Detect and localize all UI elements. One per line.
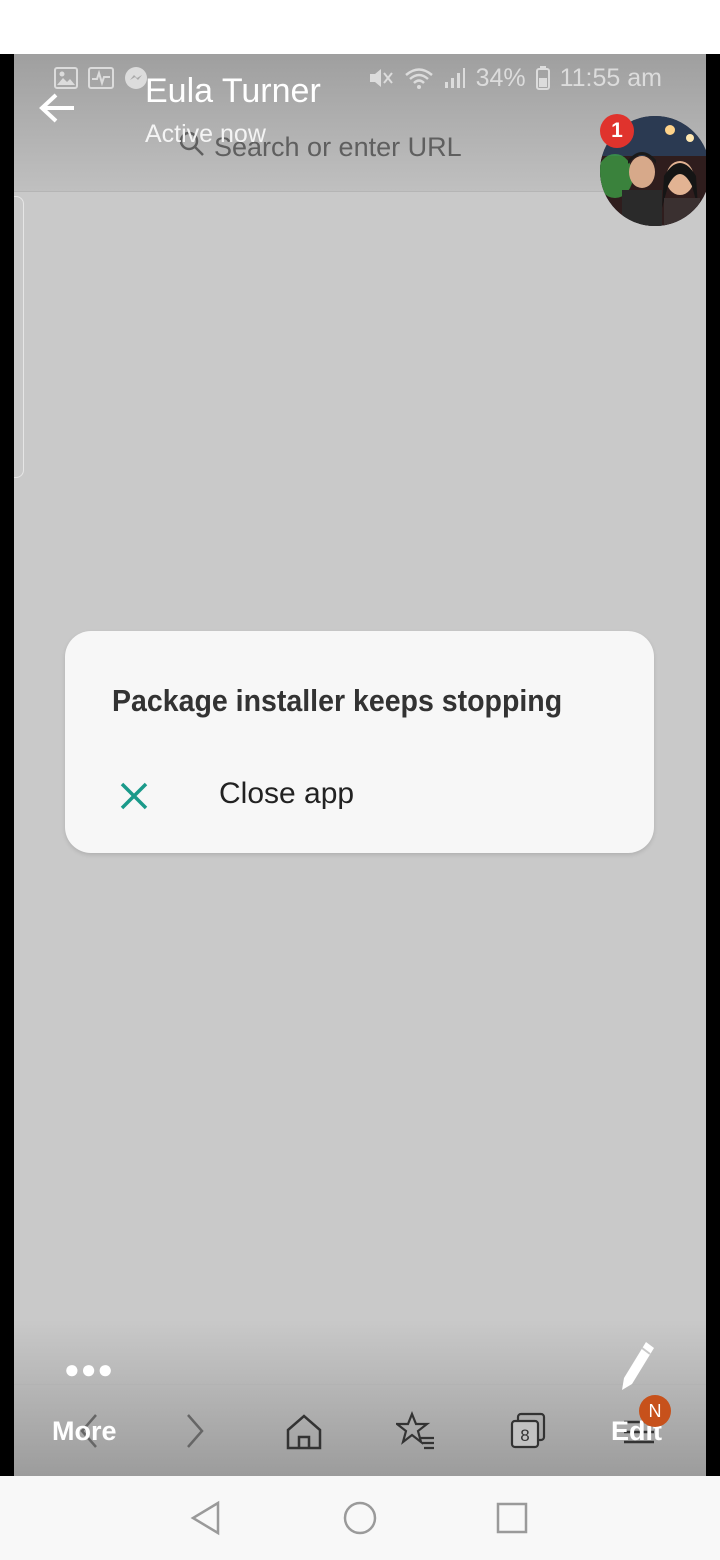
top-margin	[0, 0, 720, 54]
battery-percent: 34%	[475, 63, 526, 92]
edge-panel-handle[interactable]	[14, 196, 24, 478]
close-icon[interactable]	[117, 779, 151, 813]
status-bar-right: 34% 11:55 am	[368, 62, 662, 94]
system-recents-icon[interactable]	[494, 1500, 530, 1536]
battery-icon	[535, 66, 550, 90]
pencil-icon[interactable]	[618, 1340, 658, 1392]
toolbar-divider	[14, 1384, 706, 1385]
activity-icon	[88, 67, 114, 89]
system-nav-bar	[0, 1476, 720, 1560]
more-dots-icon[interactable]: ●●●	[64, 1354, 114, 1385]
bookmarks-icon[interactable]	[393, 1410, 436, 1452]
mute-icon	[368, 66, 394, 90]
more-label[interactable]: More	[52, 1416, 117, 1447]
notification-badge: N	[639, 1395, 671, 1427]
wifi-icon	[404, 66, 434, 90]
back-arrow-icon[interactable]	[36, 90, 80, 126]
chat-active-status: Active now	[145, 120, 266, 148]
chat-contact-name: Eula Turner	[145, 72, 321, 110]
app-crash-dialog: Package installer keeps stopping Close a…	[65, 631, 654, 853]
nav-forward-icon[interactable]	[174, 1410, 214, 1452]
home-icon[interactable]	[284, 1410, 324, 1452]
tabs-count: 8	[520, 1426, 529, 1445]
tabs-icon[interactable]: 8	[508, 1410, 548, 1452]
picture-icon	[54, 67, 78, 89]
system-home-icon[interactable]	[342, 1500, 378, 1536]
close-app-button[interactable]: Close app	[219, 777, 354, 811]
system-back-icon[interactable]	[188, 1500, 224, 1536]
unread-badge: 1	[600, 114, 634, 148]
address-bar-divider	[14, 191, 706, 192]
browser-content-area: 34% 11:55 am Search or enter URL Eula Tu…	[14, 54, 706, 1476]
phone-screen: 34% 11:55 am Search or enter URL Eula Tu…	[0, 54, 720, 1476]
signal-icon	[444, 67, 466, 89]
bottom-overlay-shade	[14, 1320, 706, 1476]
dialog-title: Package installer keeps stopping	[112, 683, 563, 718]
clock: 11:55 am	[559, 63, 662, 92]
